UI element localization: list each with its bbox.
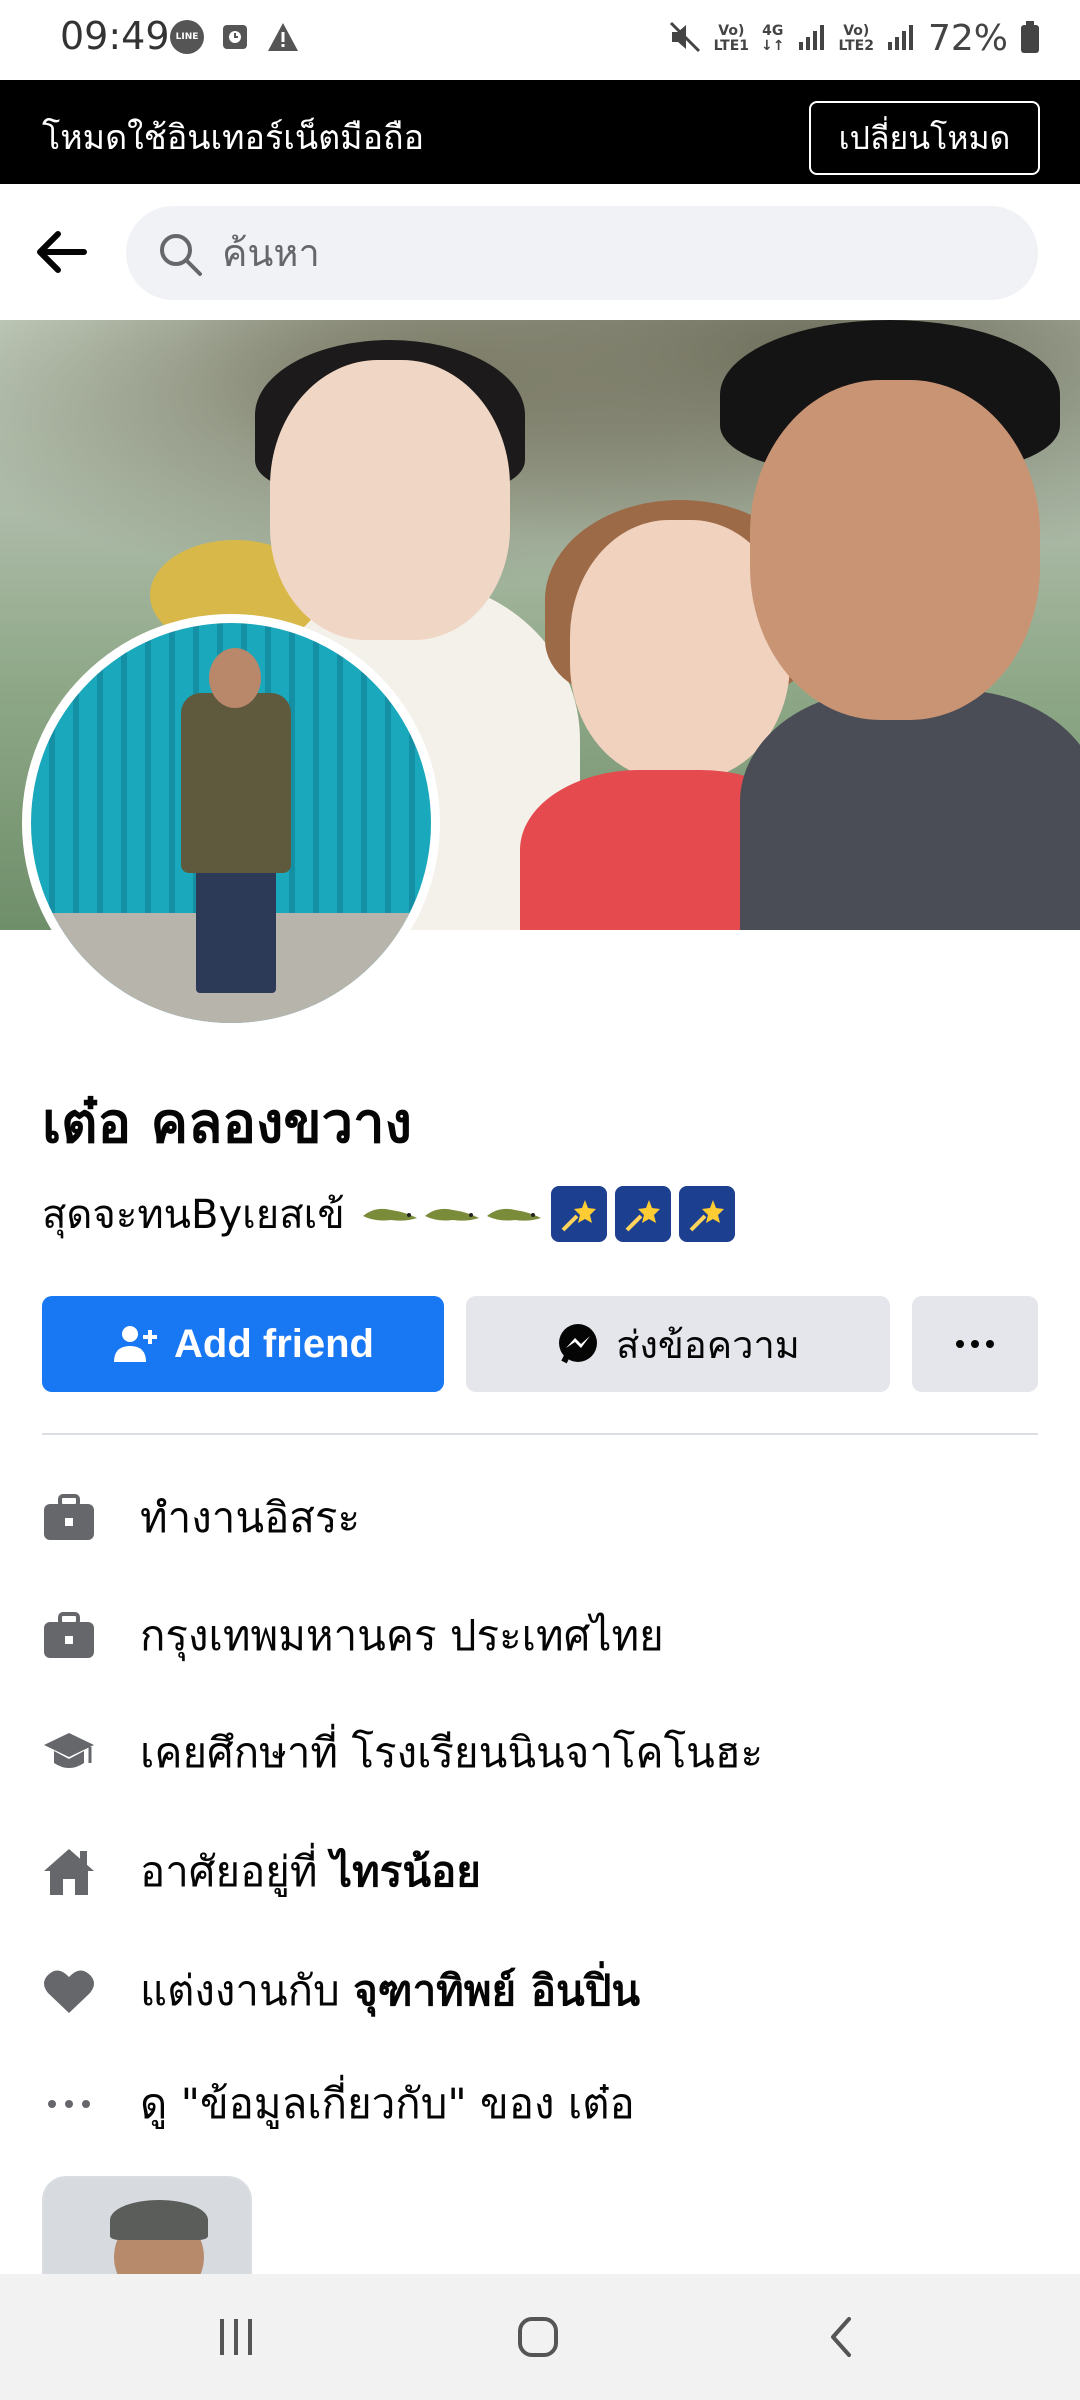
detail-bold-text: จุฑาทิพย์ อินปิ่น bbox=[353, 1966, 641, 2015]
nav-back-icon[interactable] bbox=[808, 2304, 874, 2370]
search-input[interactable] bbox=[222, 206, 1002, 300]
volte-sim1-indicator: Vo) LTE1 bbox=[713, 22, 750, 54]
change-mode-button[interactable]: เปลี่ยนโหมด bbox=[809, 101, 1040, 175]
add-friend-label: Add friend bbox=[174, 1321, 374, 1366]
crocodile-emoji-icon bbox=[486, 1208, 541, 1221]
detail-married-to[interactable]: แต่งงานกับ จุฑาทิพย์ อินปิ่น bbox=[42, 1951, 1042, 2031]
detail-see-about[interactable]: ดู "ข้อมูลเกี่ยวกับ" ของ เต๋อ bbox=[42, 2064, 1042, 2144]
profile-name: เต๋อ คลองขวาง bbox=[42, 1091, 412, 1156]
detail-text: กรุงเทพมหานคร ประเทศไทย bbox=[140, 1611, 664, 1660]
add-person-icon bbox=[114, 1326, 157, 1362]
clock-app-icon bbox=[218, 20, 252, 54]
detail-bold-text: ไทรน้อย bbox=[330, 1847, 481, 1896]
status-time: 09:49 bbox=[60, 14, 170, 58]
profile-bio: สุดจะทนByเยสเข้ bbox=[42, 1182, 735, 1246]
home-icon bbox=[42, 1845, 96, 1899]
battery-icon bbox=[1020, 20, 1040, 58]
volte-sim2-indicator: Vo) LTE2 bbox=[838, 22, 874, 54]
detail-text: ทำงานอิสระ bbox=[140, 1493, 361, 1542]
mute-icon bbox=[668, 20, 702, 58]
detail-text: ดู "ข้อมูลเกี่ยวกับ" ของ เต๋อ bbox=[140, 2079, 635, 2128]
more-options-button[interactable] bbox=[912, 1296, 1038, 1392]
shooting-star-emoji-icon bbox=[678, 1186, 735, 1242]
divider bbox=[42, 1433, 1038, 1435]
search-header bbox=[0, 184, 1080, 320]
warning-icon bbox=[266, 20, 300, 54]
crocodile-emoji-icon bbox=[362, 1208, 417, 1221]
profile-bio-text: สุดจะทนByเยสเข้ bbox=[42, 1192, 345, 1238]
more-dots-icon bbox=[42, 2077, 96, 2131]
briefcase-icon bbox=[42, 1491, 96, 1545]
battery-percent: 72% bbox=[927, 18, 1008, 59]
signal-strength-icon bbox=[797, 22, 827, 56]
briefcase-icon bbox=[42, 1609, 96, 1663]
messenger-icon bbox=[559, 1324, 598, 1364]
system-navigation-bar bbox=[0, 2274, 1080, 2400]
detail-education[interactable]: เคยศึกษาที่ โรงเรียนนินจาโคโนฮะ bbox=[42, 1713, 1042, 1793]
add-friend-button[interactable]: Add friend bbox=[42, 1296, 444, 1392]
status-notification-icons: LINE bbox=[170, 20, 300, 54]
profile-avatar[interactable] bbox=[22, 614, 440, 1032]
detail-text: อาศัยอยู่ที่ ไทรน้อย bbox=[140, 1847, 481, 1896]
shooting-star-emoji-icon bbox=[614, 1186, 671, 1242]
search-icon bbox=[156, 230, 204, 278]
send-message-label: ส่งข้อความ bbox=[616, 1324, 800, 1367]
detail-location[interactable]: กรุงเทพมหานคร ประเทศไทย bbox=[42, 1596, 1042, 1676]
home-button-icon[interactable] bbox=[505, 2304, 571, 2370]
send-message-button[interactable]: ส่งข้อความ bbox=[466, 1296, 890, 1392]
more-dots-icon bbox=[956, 1340, 994, 1348]
data-mode-text: โหมดใช้อินเทอร์เน็ตมือถือ bbox=[42, 118, 425, 158]
status-system-icons: Vo) LTE1 4G ↓↑ Vo) LTE2 72% bbox=[668, 18, 1040, 59]
detail-text: แต่งงานกับ จุฑาทิพย์ อินปิ่น bbox=[140, 1966, 641, 2015]
detail-work[interactable]: ทำงานอิสระ bbox=[42, 1478, 1042, 1558]
graduation-cap-icon bbox=[42, 1726, 96, 1780]
data-mode-banner: โหมดใช้อินเทอร์เน็ตมือถือ เปลี่ยนโหมด bbox=[0, 80, 1080, 184]
heart-icon bbox=[42, 1964, 96, 2018]
signal-strength-icon bbox=[886, 22, 916, 56]
back-arrow-icon[interactable] bbox=[30, 220, 94, 284]
line-app-icon: LINE bbox=[170, 20, 204, 54]
detail-lives-in[interactable]: อาศัยอยู่ที่ ไทรน้อย bbox=[42, 1832, 1042, 1912]
detail-text: เคยศึกษาที่ โรงเรียนนินจาโคโนฮะ bbox=[140, 1728, 764, 1777]
status-bar: 09:49 LINE Vo) LTE1 4G ↓↑ Vo) LTE2 72% bbox=[0, 0, 1080, 80]
featured-photo-thumbnail[interactable] bbox=[42, 2176, 252, 2276]
network-type-indicator: 4G ↓↑ bbox=[761, 22, 785, 54]
bio-emojis bbox=[361, 1186, 735, 1242]
recent-apps-icon[interactable] bbox=[203, 2304, 269, 2370]
crocodile-emoji-icon bbox=[424, 1208, 479, 1221]
search-bar[interactable] bbox=[126, 206, 1038, 300]
shooting-star-emoji-icon bbox=[550, 1186, 607, 1242]
